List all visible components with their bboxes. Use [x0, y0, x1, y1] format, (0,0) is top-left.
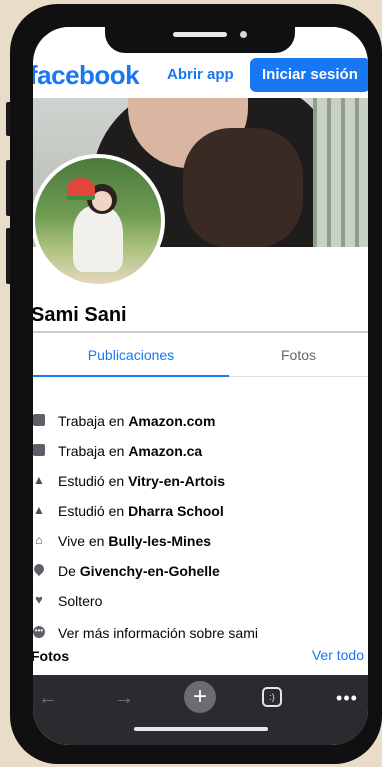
house-icon: ⌂ — [35, 533, 43, 547]
heart-icon: ♥ — [35, 592, 43, 607]
back-arrow-icon[interactable]: ← — [35, 683, 61, 713]
profile-name: Sami Sani — [33, 304, 127, 326]
phone-screen: facebook Abrir app Iniciar sesión Sami S… — [33, 27, 368, 745]
workplace-link[interactable]: Amazon.ca — [128, 443, 202, 459]
forward-arrow-icon[interactable]: → — [111, 683, 137, 713]
workplace-link[interactable]: Amazon.com — [128, 413, 215, 429]
briefcase-icon — [33, 414, 45, 426]
hometown-link[interactable]: Givenchy-en-Gohelle — [80, 563, 220, 579]
graduation-cap-icon: ▲ — [33, 473, 45, 487]
about-item-education: ▲ Estudió en Dharra School — [33, 503, 224, 519]
tab-fotos[interactable]: Fotos — [229, 333, 368, 377]
profile-avatar[interactable] — [33, 154, 165, 288]
school-link[interactable]: Vitry-en-Artois — [128, 473, 225, 489]
browser-toolbar: ← → + :) ••• — [33, 675, 368, 745]
graduation-cap-icon: ▲ — [33, 503, 45, 517]
about-item-work: Trabaja en Amazon.ca — [33, 441, 368, 463]
login-button[interactable]: Iniciar sesión — [250, 58, 368, 92]
front-camera-icon — [240, 31, 247, 38]
speaker-grille — [173, 32, 227, 37]
about-item-education: ▲ Estudió en Vitry-en-Artois — [33, 473, 226, 489]
facebook-logo[interactable]: facebook — [33, 60, 140, 91]
new-tab-plus-icon[interactable]: + — [184, 681, 216, 713]
facebook-header: facebook Abrir app Iniciar sesión — [33, 57, 368, 97]
home-indicator[interactable] — [134, 727, 268, 731]
photos-section-title: Fotos — [33, 648, 70, 664]
city-link[interactable]: Bully-les-Mines — [108, 533, 211, 549]
tab-switcher-icon[interactable]: :) — [262, 687, 282, 707]
tab-publicaciones[interactable]: Publicaciones — [33, 333, 229, 377]
about-item-relationship: ♥ Soltero — [33, 591, 368, 613]
location-pin-icon — [33, 561, 47, 577]
phone-notch — [105, 27, 295, 53]
more-menu-icon[interactable]: ••• — [333, 683, 361, 713]
open-app-link[interactable]: Abrir app — [167, 66, 234, 83]
see-all-photos-link[interactable]: Ver todo — [312, 647, 364, 663]
briefcase-icon — [33, 444, 45, 456]
more-dots-icon: ••• — [33, 626, 45, 638]
profile-tabs: Publicaciones Fotos — [33, 333, 368, 377]
see-more-info-link[interactable]: ••• Ver más información sobre sami — [33, 623, 368, 645]
about-item-work: Trabaja en Amazon.com — [33, 411, 368, 433]
about-item-from: De Givenchy-en-Gohelle — [33, 561, 368, 583]
about-item-lives: ⌂ Vive en Bully-les-Mines — [33, 531, 368, 553]
school-link[interactable]: Dharra School — [128, 503, 224, 519]
